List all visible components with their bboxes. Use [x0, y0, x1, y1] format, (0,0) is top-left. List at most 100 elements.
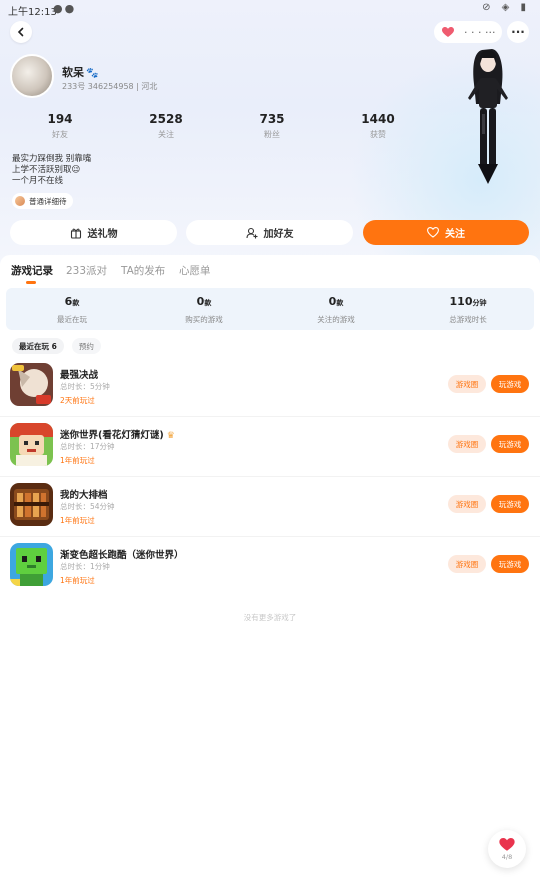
heart-outline-icon — [427, 227, 439, 238]
game-last-played: 1年前玩过 — [60, 576, 95, 585]
summary-unit: 分钟 — [472, 299, 487, 307]
stat-value: 735 — [259, 112, 285, 126]
heart-icon — [499, 837, 515, 851]
game-title: 最强决战 — [60, 370, 99, 381]
tag-avatar-icon — [15, 196, 25, 206]
game-icon-art — [10, 483, 53, 526]
game-last-played: 1年前玩过 — [60, 516, 95, 525]
game-icon[interactable] — [10, 363, 53, 406]
game-row[interactable]: 迷你世界(看花灯猜灯谜) ♛ 总时长：17分钟 1年前玩过 游戏圈 玩游戏 — [0, 417, 540, 477]
status-bar: 上午12:13 ●● ⊘ ◈ ▮ — [0, 0, 540, 18]
game-circle-button[interactable]: 游戏圈 — [448, 435, 486, 453]
summary-label: 最近在玩 — [57, 315, 87, 324]
crown-icon: ♛ — [166, 431, 175, 441]
status-tag[interactable]: 普通详细待 — [12, 193, 73, 209]
game-title: 迷你世界(看花灯猜灯谜) ♛ — [60, 427, 175, 441]
play-game-button[interactable]: 玩游戏 — [491, 435, 529, 453]
summary-followed[interactable]: 0款 关注的游戏 — [270, 295, 402, 325]
stat-value: 2528 — [149, 112, 183, 126]
stat-label: 粉丝 — [264, 130, 280, 139]
tab-game-records[interactable]: 游戏记录 — [11, 263, 53, 278]
summary-recent[interactable]: 6款 最近在玩 — [6, 295, 138, 325]
summary-label: 购买的游戏 — [185, 315, 223, 324]
game-duration: 总时长：54分钟 — [60, 502, 115, 511]
visitor-like-pill[interactable]: · · · ··· — [434, 21, 502, 43]
play-game-button[interactable]: 玩游戏 — [491, 555, 529, 573]
game-icon[interactable] — [10, 483, 53, 526]
gift-icon — [70, 228, 81, 239]
profile-stats: 194 好友 2528 关注 735 粉丝 1440 获赞 — [20, 112, 420, 142]
add-friend-button[interactable]: 加好友 — [186, 220, 353, 245]
summary-unit: 款 — [336, 299, 344, 307]
game-icon-art — [10, 543, 53, 586]
game-duration: 总时长：1分钟 — [60, 562, 110, 571]
floating-like-button[interactable]: 4/8 — [488, 830, 526, 868]
heart-icon — [442, 26, 454, 37]
game-icon-art — [10, 363, 53, 406]
system-icons: ⊘ ◈ ▮ — [482, 2, 530, 13]
bio: 最实力踩倒我 别靠嘴 上学不活跃别取😉 一个月不在线 — [12, 154, 91, 187]
follow-button[interactable]: 关注 — [363, 220, 529, 245]
tab-posts[interactable]: TA的发布 — [121, 263, 165, 278]
stat-likes[interactable]: 1440 获赞 — [338, 112, 418, 140]
play-game-button[interactable]: 玩游戏 — [491, 495, 529, 513]
game-circle-button[interactable]: 游戏圈 — [448, 555, 486, 573]
nickname: 软呆 🐾 — [62, 64, 98, 80]
summary-label: 总游戏时长 — [449, 315, 487, 324]
game-row[interactable]: 我的大排档 总时长：54分钟 1年前玩过 游戏圈 玩游戏 — [0, 477, 540, 537]
tab-wishlist[interactable]: 心愿单 — [179, 263, 211, 278]
game-summary: 6款 最近在玩 0款 购买的游戏 0款 关注的游戏 110分钟 总游戏时长 — [6, 288, 534, 330]
bio-line: 上学不活跃别取😉 — [12, 165, 81, 175]
notification-icons: ●● — [53, 2, 77, 15]
game-duration: 总时长：5分钟 — [60, 382, 110, 391]
list-end-text: 没有更多游戏了 — [243, 613, 297, 622]
game-title: 我的大排档 — [60, 490, 108, 501]
game-icon[interactable] — [10, 423, 53, 466]
user-id: 233号 346254958 | 河北 — [62, 82, 158, 91]
summary-value: 110 — [449, 295, 473, 308]
stat-friends[interactable]: 194 好友 — [20, 112, 100, 140]
add-friend-label: 加好友 — [263, 229, 294, 240]
game-circle-button[interactable]: 游戏圈 — [448, 495, 486, 513]
game-title: 渐变色超长跑酷（迷你世界） — [60, 550, 184, 561]
status-time: 上午12:13 — [8, 7, 57, 18]
summary-unit: 款 — [204, 299, 212, 307]
character-figure[interactable] — [460, 44, 516, 189]
game-row[interactable]: 渐变色超长跑酷（迷你世界） 总时长：1分钟 1年前玩过 游戏圈 玩游戏 — [0, 537, 540, 597]
stat-label: 获赞 — [370, 130, 386, 139]
summary-label: 关注的游戏 — [317, 315, 355, 324]
stat-value: 1440 — [361, 112, 395, 126]
more-icon: ··· — [511, 25, 525, 39]
paw-icon: 🐾 — [86, 68, 99, 79]
game-icon-art — [10, 423, 53, 466]
summary-playtime[interactable]: 110分钟 总游戏时长 — [402, 295, 534, 325]
stat-following[interactable]: 2528 关注 — [126, 112, 206, 140]
stat-label: 关注 — [158, 130, 174, 139]
bio-line: 一个月不在线 — [12, 176, 64, 186]
back-button[interactable] — [10, 21, 32, 43]
send-gift-button[interactable]: 送礼物 — [10, 220, 177, 245]
like-count: 4/8 — [501, 852, 513, 861]
game-last-played: 1年前玩过 — [60, 456, 95, 465]
summary-unit: 款 — [72, 299, 80, 307]
stat-value: 194 — [47, 112, 73, 126]
game-last-played: 2天前玩过 — [60, 396, 95, 405]
like-pill-text: · · · ··· — [464, 25, 496, 39]
stat-fans[interactable]: 735 粉丝 — [232, 112, 312, 140]
summary-purchased[interactable]: 0款 购买的游戏 — [138, 295, 270, 325]
play-game-button[interactable]: 玩游戏 — [491, 375, 529, 393]
status-tag-text: 普通详细待 — [29, 196, 67, 206]
stat-label: 好友 — [52, 130, 68, 139]
add-user-icon — [245, 227, 257, 238]
bio-line: 最实力踩倒我 别靠嘴 — [12, 154, 92, 164]
game-row[interactable]: 最强决战 总时长：5分钟 2天前玩过 游戏圈 玩游戏 — [0, 357, 540, 417]
game-icon[interactable] — [10, 543, 53, 586]
filter-recent-chip[interactable]: 最近在玩 6 — [12, 338, 64, 354]
avatar[interactable] — [10, 54, 54, 98]
game-circle-button[interactable]: 游戏圈 — [448, 375, 486, 393]
more-options-button[interactable]: ··· — [507, 21, 529, 43]
tab-party[interactable]: 233派对 — [66, 263, 107, 278]
filter-reserve-chip[interactable]: 预约 — [71, 338, 101, 354]
follow-label: 关注 — [445, 229, 465, 240]
send-gift-label: 送礼物 — [87, 229, 118, 240]
